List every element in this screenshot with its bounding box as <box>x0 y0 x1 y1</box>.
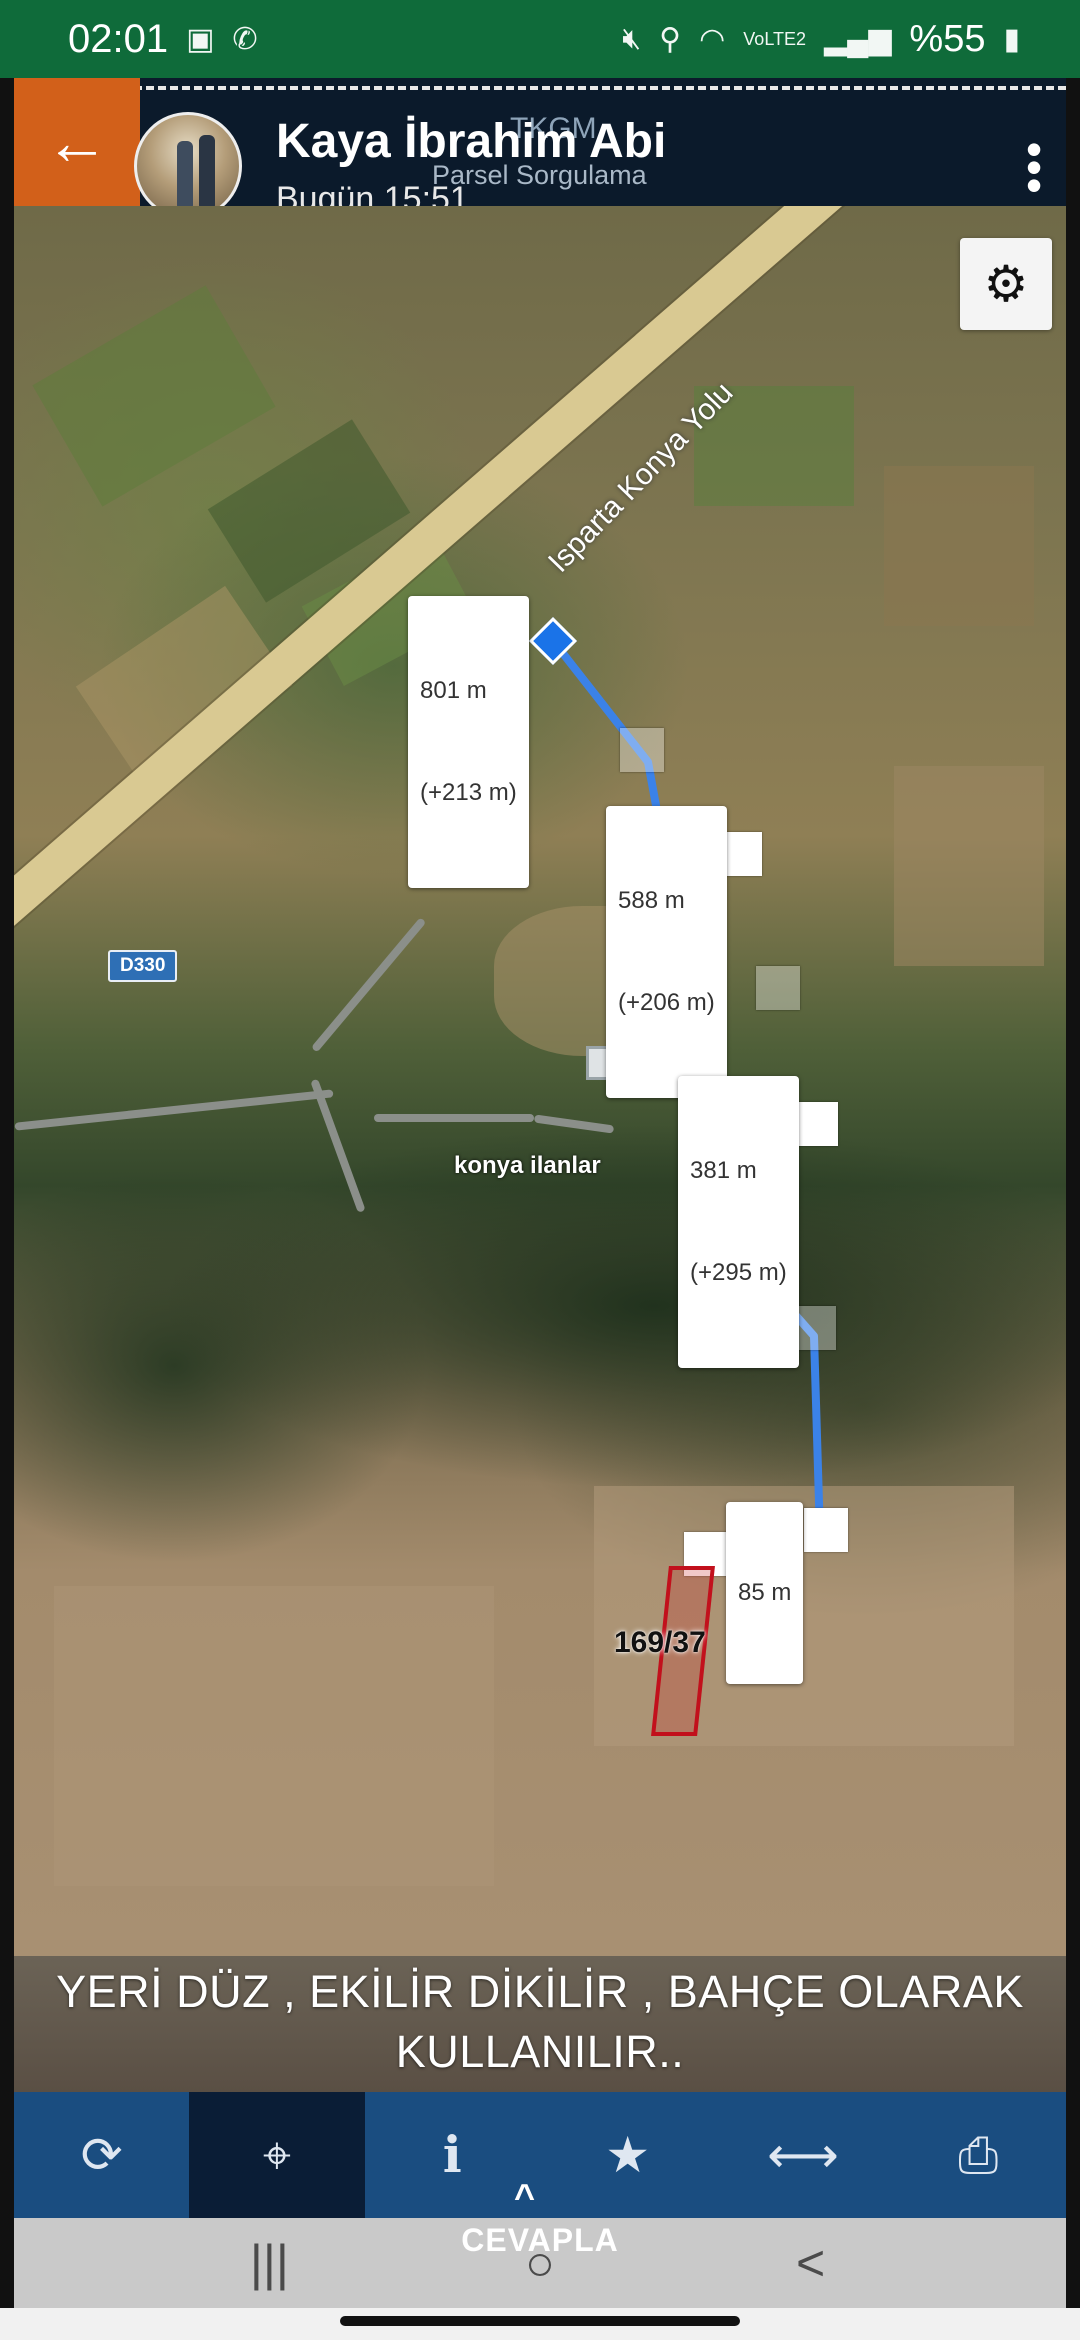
print-button[interactable]: ⎙ <box>891 2092 1066 2218</box>
caption-line-1: YERİ DÜZ , EKİLİR DİKİLİR , BAHÇE OLARAK <box>56 1966 1024 2017</box>
location-icon: ⚲ <box>659 22 682 56</box>
image-icon: ▣ <box>186 22 215 56</box>
home-indicator[interactable] <box>340 2316 740 2326</box>
battery-level: %55 <box>909 17 986 60</box>
wifi-icon: ◠ <box>699 22 726 56</box>
reply-button[interactable]: CEVAPLA <box>0 2222 1080 2259</box>
crosshair-icon: ⌖ <box>262 2126 292 2183</box>
measure-button[interactable]: ⟷ <box>715 2092 890 2218</box>
contact-name[interactable]: Kaya İbrahim Abi <box>276 114 666 169</box>
caption-line-2: KULLANILIR.. <box>395 2026 685 2077</box>
more-vert-icon[interactable]: • • • <box>1026 126 1042 208</box>
map-toolbar: ⟳ ⌖ ℹ ★ ⟷ ⎙ <box>14 2092 1066 2218</box>
distance-value: 381 m <box>690 1157 757 1184</box>
route-vertex-marker[interactable] <box>794 1102 838 1146</box>
favorite-button[interactable]: ★ <box>540 2092 715 2218</box>
back-button[interactable]: ← <box>14 78 140 206</box>
distance-delta: (+295 m) <box>690 1259 787 1286</box>
message-caption: YERİ DÜZ , EKİLİR DİKİLİR , BAHÇE OLARAK… <box>14 1956 1066 2092</box>
print-icon: ⎙ <box>958 2126 999 2183</box>
watermark: konya ilanlar <box>454 1152 601 1179</box>
route-midpoint-marker[interactable] <box>756 966 800 1010</box>
info-icon: ℹ <box>442 2127 462 2183</box>
frame-right <box>1066 78 1080 2340</box>
arrow-left-icon: ← <box>45 106 109 178</box>
status-time: 02:01 <box>68 16 169 61</box>
refresh-icon: ⟳ <box>80 2127 123 2183</box>
distance-value: 85 m <box>738 1579 792 1606</box>
star-icon: ★ <box>605 2127 651 2183</box>
measure-icon: ⟷ <box>767 2127 839 2183</box>
network-label: VoLTE2 <box>743 28 807 49</box>
locate-button[interactable]: ⌖ <box>189 2092 365 2218</box>
route-midpoint-marker[interactable] <box>620 728 664 772</box>
map-view[interactable]: Isparta Konya Yolu D330 801 m (+213 m) 5… <box>14 206 1066 1956</box>
phone-icon: ✆ <box>232 22 258 56</box>
divider <box>14 86 1066 90</box>
status-bar: 02:01 ▣ ✆ 🔇︎ ⚲ ◠ VoLTE2 ▂▄▆ %55 ▮ <box>0 0 1080 78</box>
frame-left <box>0 78 14 2340</box>
distance-delta: (+213 m) <box>420 779 517 806</box>
distance-label: 381 m (+295 m) <box>678 1076 799 1368</box>
distance-delta: (+206 m) <box>618 989 715 1016</box>
refresh-button[interactable]: ⟳ <box>14 2092 189 2218</box>
distance-label: 588 m (+206 m) <box>606 806 727 1098</box>
route-line <box>550 638 824 1540</box>
chevron-up-icon: ^ <box>514 2176 536 2217</box>
distance-value: 588 m <box>618 887 685 914</box>
mute-icon: 🔇︎ <box>622 22 642 55</box>
gear-icon: ⚙ <box>983 256 1029 312</box>
battery-icon: ▮ <box>1003 22 1020 56</box>
distance-label: 801 m (+213 m) <box>408 596 529 888</box>
parcel-number: 169/37 <box>614 1626 706 1659</box>
settings-button[interactable]: ⚙ <box>960 238 1052 330</box>
signal-icon: ▂▄▆ <box>824 22 892 56</box>
distance-label: 85 m <box>726 1502 804 1684</box>
distance-value: 801 m <box>420 677 487 704</box>
avatar[interactable] <box>134 112 242 220</box>
route-vertex-marker[interactable] <box>804 1508 848 1552</box>
